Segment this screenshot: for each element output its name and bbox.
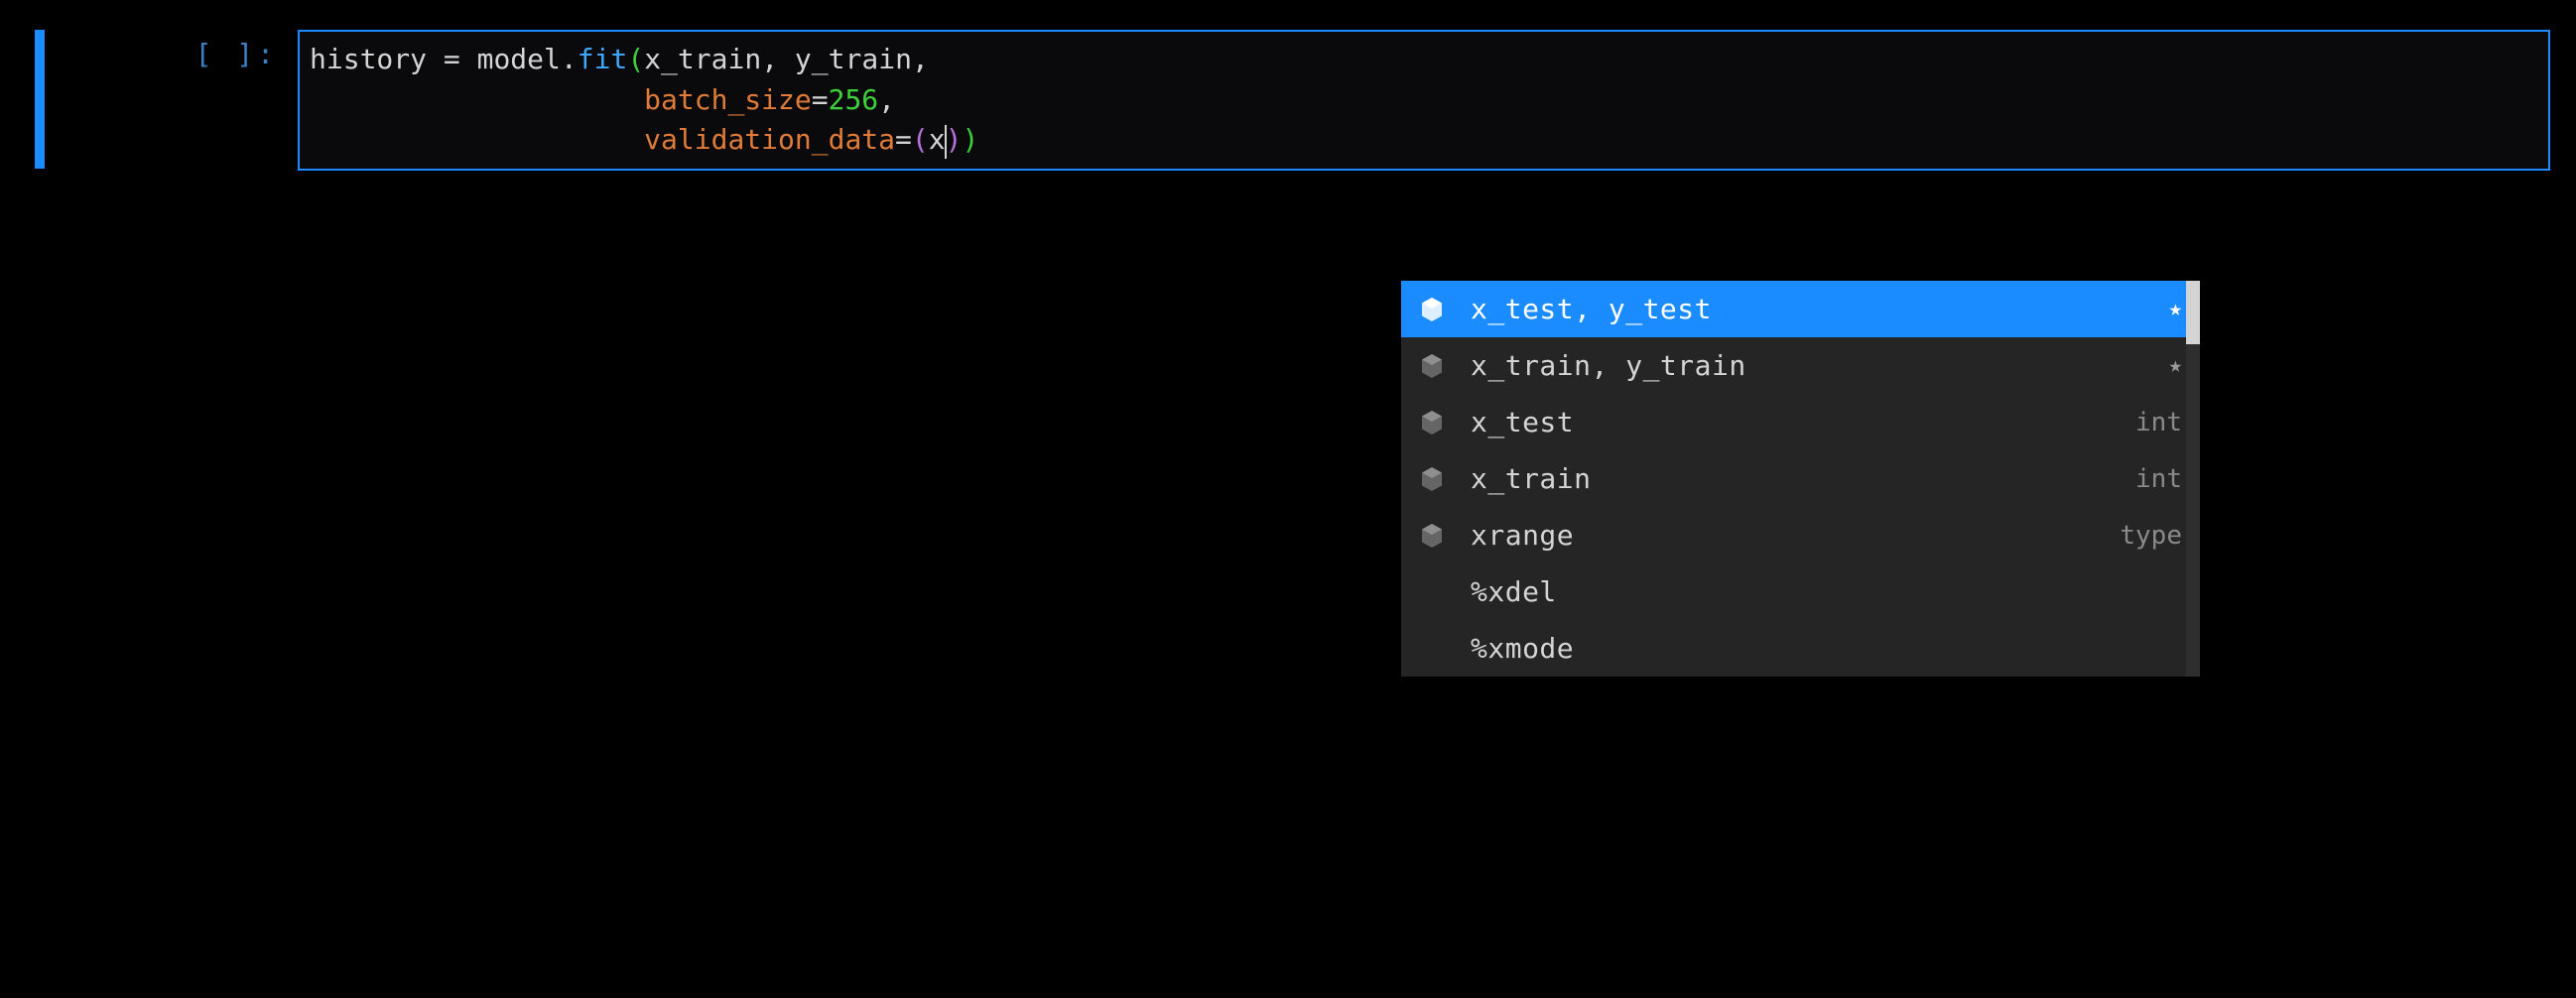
- autocomplete-label: x_test, y_test: [1471, 293, 2161, 325]
- autocomplete-item[interactable]: x_train, y_train ★: [1401, 337, 2200, 394]
- token-arg: x_train: [644, 43, 761, 75]
- hex-icon: [1420, 523, 1444, 549]
- suggestion-kind-icon: [1411, 297, 1453, 322]
- star-icon: ★: [2169, 353, 2182, 378]
- suggestion-kind-icon: [1411, 523, 1453, 549]
- autocomplete-popup: x_test, y_test ★ x_train, y_train ★ x_test…: [1401, 281, 2200, 677]
- autocomplete-scrollbar-track[interactable]: [2186, 281, 2200, 677]
- autocomplete-type-hint: int: [2135, 464, 2182, 494]
- autocomplete-label: %xmode: [1471, 632, 2182, 665]
- autocomplete-list: x_test, y_test ★ x_train, y_train ★ x_test…: [1401, 281, 2200, 677]
- indent: [310, 83, 644, 116]
- hex-icon: [1420, 353, 1444, 379]
- code-line-2[interactable]: batch_size=256,: [310, 80, 2538, 121]
- suggestion-kind-icon: [1411, 410, 1453, 436]
- text-cursor: [945, 125, 947, 159]
- autocomplete-scrollbar-thumb[interactable]: [2186, 281, 2200, 344]
- autocomplete-label: x_test: [1471, 406, 2124, 438]
- token-kwarg: validation_data: [644, 123, 895, 156]
- token-method: fit: [578, 43, 628, 75]
- token-object: model.: [477, 43, 578, 75]
- token-paren-inner-close: ): [946, 123, 963, 156]
- autocomplete-item[interactable]: x_test int: [1401, 394, 2200, 450]
- token-kwarg: batch_size: [644, 83, 812, 116]
- token-comma: ,: [878, 83, 895, 116]
- token-comma: ,: [912, 43, 929, 75]
- token-eq: =: [895, 123, 912, 156]
- code-line-3[interactable]: validation_data=(x)): [310, 120, 2538, 161]
- autocomplete-type-hint: int: [2135, 408, 2182, 437]
- hex-icon: [1420, 466, 1444, 492]
- autocomplete-item[interactable]: xrange type: [1401, 507, 2200, 563]
- star-icon: ★: [2169, 297, 2182, 321]
- execution-indicator: [35, 30, 45, 169]
- token-paren-inner-open: (: [912, 123, 929, 156]
- autocomplete-item[interactable]: %xdel: [1401, 563, 2200, 620]
- token-eq: =: [812, 83, 829, 116]
- autocomplete-label: %xdel: [1471, 575, 2182, 608]
- hex-icon: [1420, 297, 1444, 322]
- code-line-1[interactable]: history = model.fit(x_train, y_train,: [310, 40, 2538, 80]
- indent: [310, 123, 644, 156]
- token-paren-open: (: [627, 43, 644, 75]
- autocomplete-label: xrange: [1471, 519, 2108, 552]
- token-assign: =: [427, 43, 477, 75]
- suggestion-kind-icon: [1411, 353, 1453, 379]
- token-variable: history: [310, 43, 427, 75]
- autocomplete-item[interactable]: x_train int: [1401, 450, 2200, 507]
- autocomplete-label: x_train, y_train: [1471, 349, 2161, 382]
- autocomplete-item[interactable]: x_test, y_test ★: [1401, 281, 2200, 337]
- hex-icon: [1420, 410, 1444, 436]
- token-arg: y_train: [795, 43, 912, 75]
- token-comma: ,: [761, 43, 795, 75]
- suggestion-kind-icon: [1411, 466, 1453, 492]
- code-editor[interactable]: history = model.fit(x_train, y_train, ba…: [298, 30, 2550, 171]
- token-number: 256: [829, 83, 879, 116]
- autocomplete-label: x_train: [1471, 462, 2124, 495]
- code-cell-row: [ ]: history = model.fit(x_train, y_trai…: [0, 30, 2576, 171]
- autocomplete-type-hint: type: [2120, 521, 2182, 551]
- notebook-container: [ ]: history = model.fit(x_train, y_trai…: [0, 0, 2576, 171]
- token-typed-char: x: [929, 123, 946, 156]
- autocomplete-item[interactable]: %xmode: [1401, 620, 2200, 677]
- token-paren-close: ): [962, 123, 978, 156]
- cell-prompt: [ ]:: [45, 30, 298, 70]
